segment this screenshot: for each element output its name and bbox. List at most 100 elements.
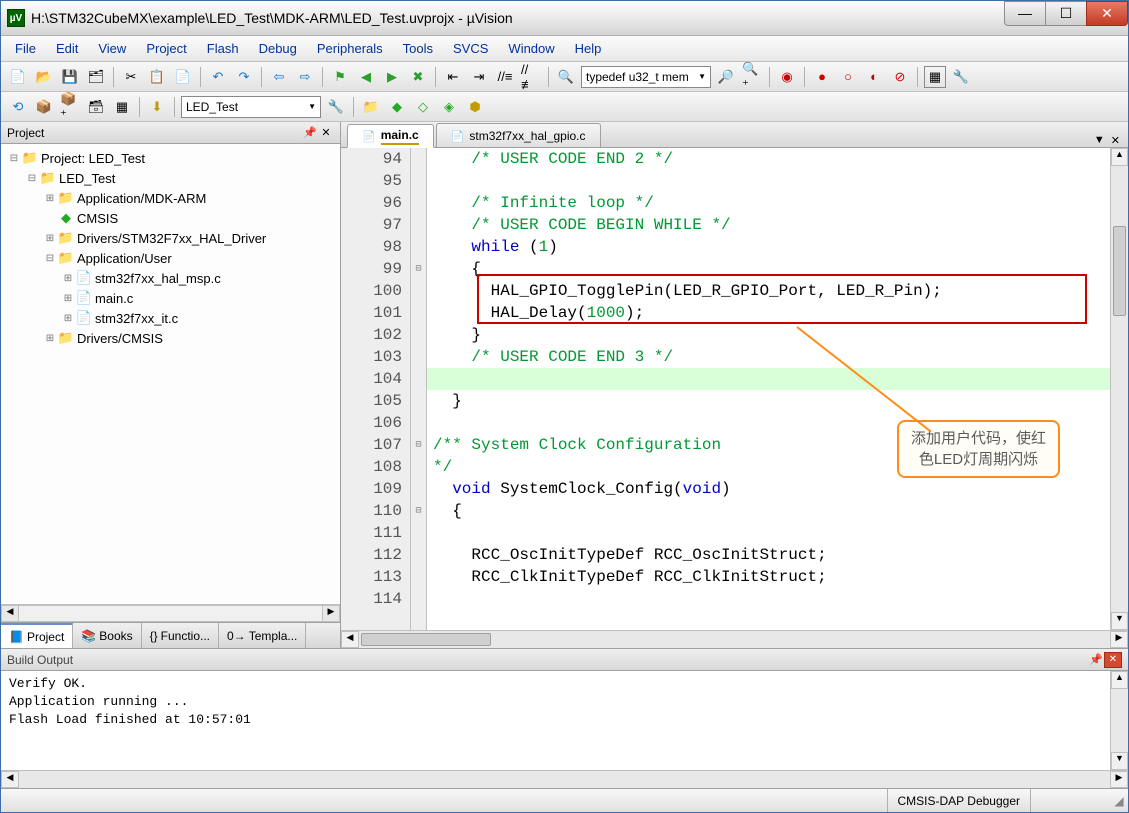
cut-icon[interactable]: ✂ (120, 66, 142, 88)
breakpoint-insert-icon[interactable]: ● (811, 66, 833, 88)
tree-node[interactable]: ⊞📄main.c (3, 288, 338, 308)
fold-marker[interactable] (411, 544, 426, 566)
fold-marker[interactable] (411, 324, 426, 346)
editor-tab[interactable]: 📄stm32f7xx_hal_gpio.c (436, 123, 601, 147)
menu-help[interactable]: Help (565, 37, 612, 60)
tree-node[interactable]: ⊟📁Project: LED_Test (3, 148, 338, 168)
scroll-up-icon[interactable]: ▲ (1111, 148, 1128, 166)
pin-icon[interactable]: 📌 (302, 126, 318, 139)
fold-marker[interactable] (411, 566, 426, 588)
maximize-button[interactable]: ☐ (1045, 1, 1087, 26)
hscroll-track[interactable] (19, 771, 1110, 788)
menu-flash[interactable]: Flash (197, 37, 249, 60)
scroll-up-icon[interactable]: ▲ (1111, 671, 1128, 689)
expander-icon[interactable]: ⊞ (61, 273, 75, 284)
expander-icon[interactable]: ⊞ (61, 293, 75, 304)
hscroll-thumb[interactable] (361, 633, 491, 646)
window-layout-icon[interactable]: ▦ (924, 66, 946, 88)
fold-marker[interactable] (411, 390, 426, 412)
scroll-left-icon[interactable]: ◀ (1, 605, 19, 622)
indent-out-icon[interactable]: ⇤ (442, 66, 464, 88)
code-line[interactable] (427, 588, 1110, 610)
menu-tools[interactable]: Tools (393, 37, 443, 60)
expander-icon[interactable]: ⊞ (43, 193, 57, 204)
breakpoint-disable-icon[interactable]: ◐ (863, 66, 885, 88)
minimize-button[interactable]: — (1004, 1, 1046, 26)
close-button[interactable]: ✕ (1086, 1, 1128, 26)
code-editor[interactable]: 添加用户代码，使红 色LED灯周期闪烁 /* USER CODE END 2 *… (427, 148, 1110, 630)
manage-rte-icon[interactable]: ◆ (386, 96, 408, 118)
comment-icon[interactable]: //≡ (494, 66, 516, 88)
editor-tab[interactable]: 📄main.c (347, 124, 434, 148)
fold-marker[interactable] (411, 302, 426, 324)
manage-project-icon[interactable]: 📁 (360, 96, 382, 118)
fold-marker[interactable]: ⊟ (411, 434, 426, 456)
menu-peripherals[interactable]: Peripherals (307, 37, 393, 60)
breakpoint-kill-icon[interactable]: ⊘ (889, 66, 911, 88)
target-options-icon[interactable]: 🔧 (325, 96, 347, 118)
download-icon[interactable]: ⬇ (146, 96, 168, 118)
tree-node[interactable]: ◆CMSIS (3, 208, 338, 228)
fold-marker[interactable]: ⊟ (411, 500, 426, 522)
inc-search-icon[interactable]: 🔍⁺ (741, 66, 763, 88)
code-line[interactable]: RCC_OscInitTypeDef RCC_OscInitStruct; (427, 544, 1110, 566)
scroll-down-icon[interactable]: ▼ (1111, 752, 1128, 770)
open-icon[interactable]: 📂 (33, 66, 55, 88)
vscroll-thumb[interactable] (1113, 226, 1126, 316)
build-vscroll[interactable]: ▲ ▼ (1110, 671, 1128, 770)
editor-hscroll[interactable]: ◀ ▶ (341, 630, 1128, 648)
expander-icon[interactable]: ⊟ (25, 173, 39, 184)
menu-file[interactable]: File (5, 37, 46, 60)
expander-icon[interactable]: ⊟ (7, 153, 21, 164)
expander-icon[interactable]: ⊞ (61, 313, 75, 324)
code-line[interactable]: /* USER CODE END 3 */ (427, 346, 1110, 368)
tab-close-icon[interactable]: ✕ (1111, 134, 1120, 147)
nav-fwd-icon[interactable]: ⇨ (294, 66, 316, 88)
code-line[interactable]: /* USER CODE END 2 */ (427, 148, 1110, 170)
scroll-down-icon[interactable]: ▼ (1111, 612, 1128, 630)
code-line[interactable] (427, 170, 1110, 192)
fold-column[interactable]: ⊟ ⊟ ⊟ (411, 148, 427, 630)
tree-node[interactable]: ⊞📄stm32f7xx_it.c (3, 308, 338, 328)
redo-icon[interactable]: ↷ (233, 66, 255, 88)
panel-close-icon[interactable]: ✕ (318, 126, 334, 139)
new-icon[interactable]: 📄 (7, 66, 29, 88)
find-in-files-icon[interactable]: 🔎 (715, 66, 737, 88)
scroll-left-icon[interactable]: ◀ (341, 631, 359, 648)
translate-icon[interactable]: ⟲ (7, 96, 29, 118)
menu-edit[interactable]: Edit (46, 37, 88, 60)
code-line[interactable]: /* USER CODE BEGIN WHILE */ (427, 214, 1110, 236)
scroll-track[interactable] (19, 605, 322, 622)
scroll-right-icon[interactable]: ▶ (322, 605, 340, 622)
find-icon[interactable]: 🔍 (555, 66, 577, 88)
tree-node[interactable]: ⊟📁Application/User (3, 248, 338, 268)
fold-marker[interactable] (411, 346, 426, 368)
pin-icon[interactable]: 📌 (1088, 653, 1104, 666)
fold-marker[interactable]: ⊟ (411, 258, 426, 280)
save-icon[interactable]: 💾 (59, 66, 81, 88)
editor-vscroll[interactable]: ▲ ▼ (1110, 148, 1128, 630)
paste-icon[interactable]: 📄 (172, 66, 194, 88)
copy-icon[interactable]: 📋 (146, 66, 168, 88)
tab-dropdown-icon[interactable]: ▼ (1094, 134, 1105, 147)
select-packs-icon[interactable]: ◇ (412, 96, 434, 118)
configure-icon[interactable]: 🔧 (950, 66, 972, 88)
menu-debug[interactable]: Debug (249, 37, 307, 60)
stop-build-icon[interactable]: ▦ (111, 96, 133, 118)
tree-node[interactable]: ⊞📁Application/MDK-ARM (3, 188, 338, 208)
menu-project[interactable]: Project (136, 37, 196, 60)
panel-tab[interactable]: {}Functio... (142, 623, 219, 648)
tree-hscroll[interactable]: ◀ ▶ (1, 604, 340, 622)
undo-icon[interactable]: ↶ (207, 66, 229, 88)
pack-install-icon[interactable]: ◈ (438, 96, 460, 118)
target-dropdown[interactable]: LED_Test (181, 96, 321, 118)
tree-node[interactable]: ⊞📄stm32f7xx_hal_msp.c (3, 268, 338, 288)
fold-marker[interactable] (411, 368, 426, 390)
fold-marker[interactable] (411, 192, 426, 214)
code-line[interactable]: while (1) (427, 236, 1110, 258)
build-close-icon[interactable]: ✕ (1104, 652, 1122, 668)
fold-marker[interactable] (411, 412, 426, 434)
vscroll-track[interactable] (1111, 689, 1128, 752)
debug-start-icon[interactable]: ◉ (776, 66, 798, 88)
fold-marker[interactable] (411, 148, 426, 170)
